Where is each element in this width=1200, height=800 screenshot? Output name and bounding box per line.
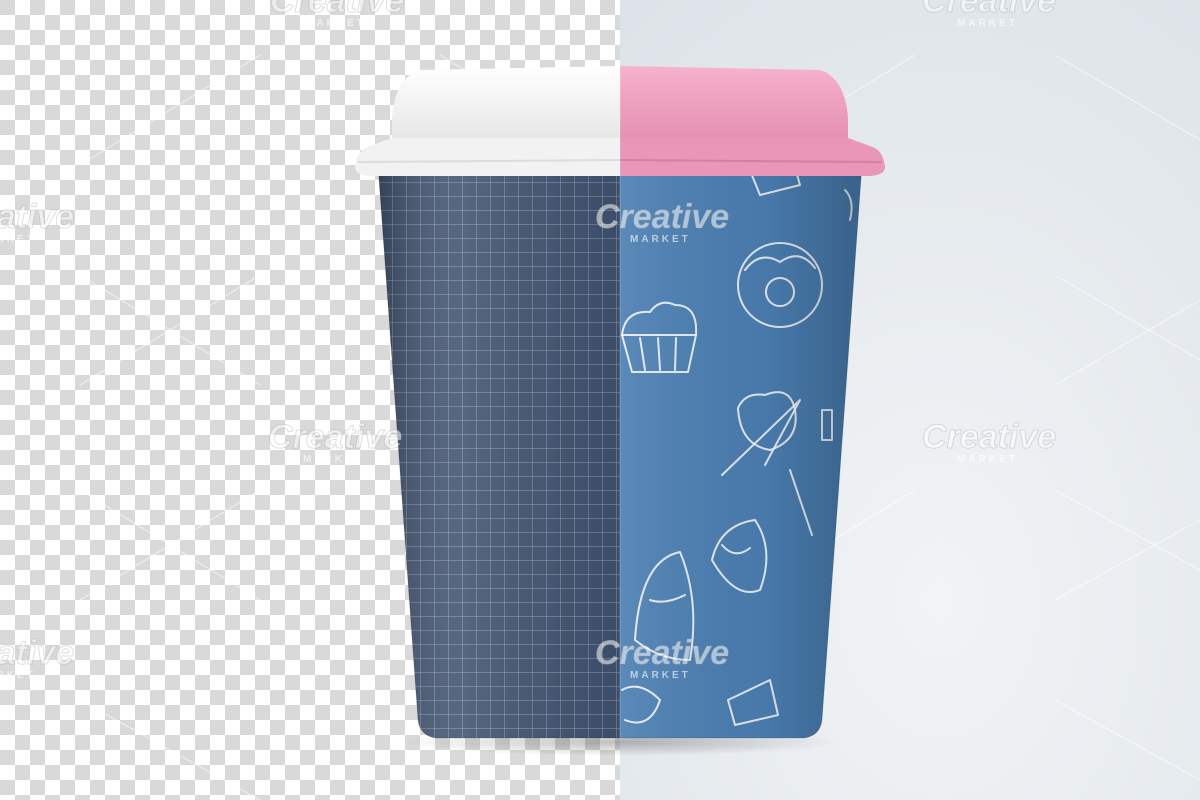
svg-text:MARKET: MARKET xyxy=(0,670,36,681)
svg-text:Creative: Creative xyxy=(922,0,1056,20)
svg-text:MARKET: MARKET xyxy=(305,18,366,29)
svg-text:Creative: Creative xyxy=(595,634,729,672)
svg-text:MARKET: MARKET xyxy=(630,234,691,245)
svg-text:Creative: Creative xyxy=(0,634,74,672)
svg-text:Creative: Creative xyxy=(922,418,1056,456)
svg-text:MARKET: MARKET xyxy=(957,18,1018,29)
svg-text:Creative: Creative xyxy=(595,198,729,236)
svg-text:MARKET: MARKET xyxy=(957,454,1018,465)
svg-text:MARKET: MARKET xyxy=(630,670,691,681)
svg-text:MARKET: MARKET xyxy=(0,234,36,245)
svg-text:Creative: Creative xyxy=(270,0,404,20)
mockup-scene: Creative MARKET Creative MARKET Creative… xyxy=(0,0,1200,800)
svg-text:Creative: Creative xyxy=(0,198,74,236)
svg-text:MARKET: MARKET xyxy=(303,454,364,465)
svg-text:Creative: Creative xyxy=(268,418,402,456)
